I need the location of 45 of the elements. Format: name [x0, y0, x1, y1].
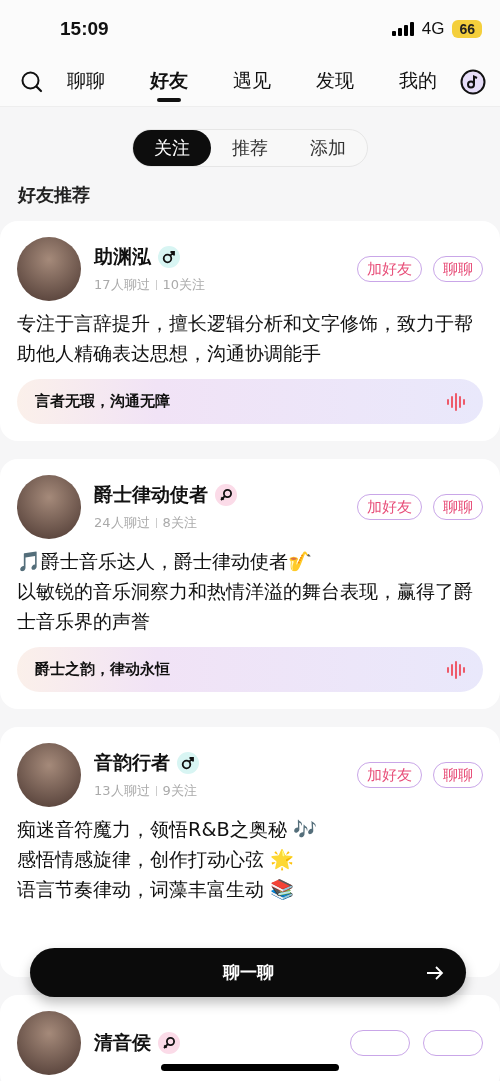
sound-wave-icon [447, 392, 465, 411]
chat-button[interactable]: 聊聊 [433, 494, 483, 520]
follow-count: 8关注 [162, 514, 197, 532]
nav-tab[interactable]: 聊聊 [44, 62, 128, 102]
bio-text: 🎵爵士音乐达人，爵士律动使者🎷 [17, 549, 313, 575]
sound-wave-icon [447, 660, 465, 679]
follow-count: 10关注 [162, 276, 206, 294]
segment-tab[interactable]: 关注 [133, 130, 211, 166]
quote-text: 爵士之韵，律动永恒 [35, 660, 170, 679]
search-icon[interactable] [20, 70, 44, 94]
voice-quote[interactable]: 爵士之韵，律动永恒 [17, 647, 483, 692]
add-friend-button[interactable]: 加好友 [357, 762, 422, 788]
add-friend-button[interactable]: 加好友 [357, 494, 422, 520]
chat-count: 24人聊过 [94, 514, 150, 532]
add-friend-button[interactable]: 加好友 [357, 256, 422, 282]
network-label: 4G [421, 19, 445, 39]
arrow-right-icon [426, 964, 444, 981]
follow-count: 9关注 [162, 782, 197, 800]
user-name: 清音侯 [94, 1030, 151, 1055]
chat-button[interactable]: 聊聊 [433, 256, 483, 282]
chat-button[interactable]: 聊聊 [433, 762, 483, 788]
chat-now-button[interactable]: 聊一聊 [30, 948, 466, 997]
quote-text: 言者无瑕，沟通无障 [35, 392, 170, 411]
signal-icon [391, 21, 416, 37]
nav-tab[interactable]: 我的 [376, 62, 460, 102]
voice-quote[interactable]: 言者无瑕，沟通无障 [17, 379, 483, 424]
nav-tab[interactable]: 遇见 [210, 62, 294, 102]
user-name: 助渊泓 [94, 244, 151, 269]
user-name: 音韵行者 [94, 750, 170, 775]
bio-text: 感悟情感旋律，创作打动心弦 🌟 [17, 847, 296, 873]
segment-tab[interactable]: 添加 [289, 130, 367, 166]
music-disc-icon[interactable] [460, 69, 486, 95]
bio-text: 痴迷音符魔力，领悟R&B之奥秘 🎶 [17, 817, 318, 843]
battery-level: 66 [452, 20, 482, 38]
nav-tab[interactable]: 好友 [127, 62, 211, 102]
user-name: 爵士律动使者 [94, 482, 208, 507]
status-time: 15:09 [60, 18, 110, 40]
chat-count: 17人聊过 [94, 276, 150, 294]
bio-text: 语言节奏律动，词藻丰富生动 📚 [17, 877, 296, 903]
bio-text: 专注于言辞提升，擅长逻辑分析和文字修饰，致力于帮助他人精确表达思想，沟通协调能手 [17, 311, 474, 367]
section-title: 好友推荐 [16, 183, 91, 207]
segment-tab[interactable]: 推荐 [211, 130, 289, 166]
bio-text: 以敏锐的音乐洞察力和热情洋溢的舞台表现，赢得了爵士音乐界的声誉 [17, 579, 474, 635]
nav-tab[interactable]: 发现 [293, 62, 377, 102]
chat-count: 13人聊过 [94, 782, 150, 800]
